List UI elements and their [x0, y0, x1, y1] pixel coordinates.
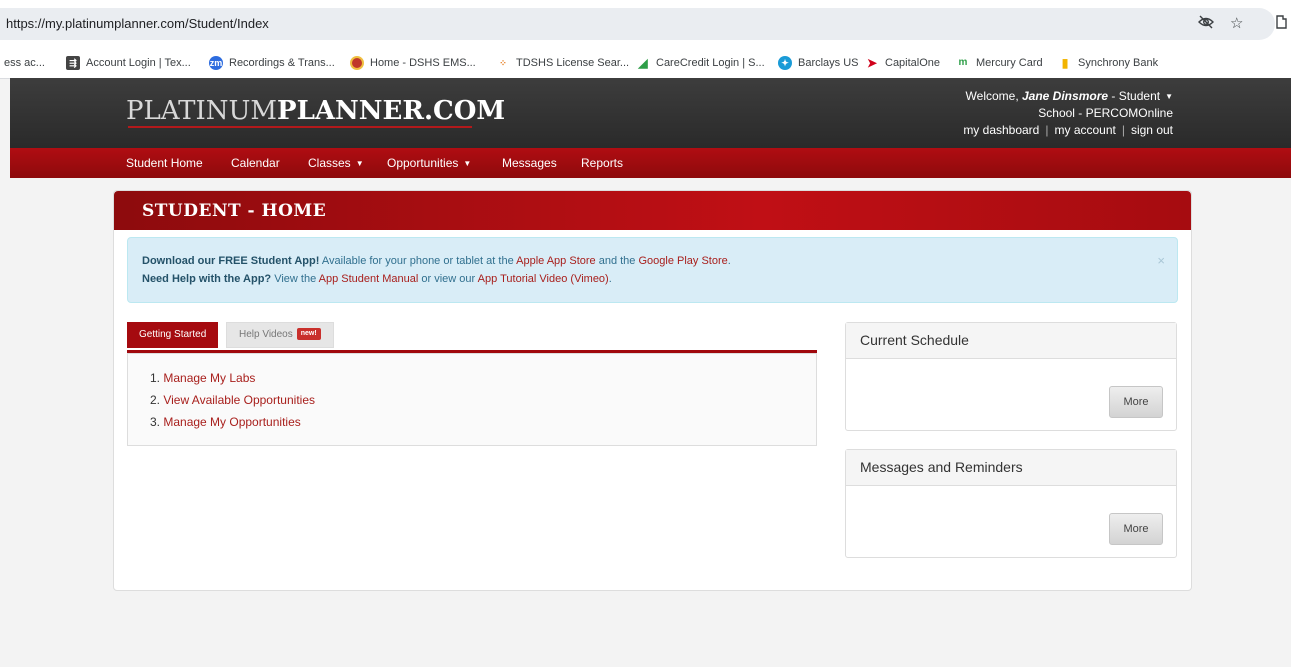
bookmark-item[interactable]: ⇶ Account Login | Tex...	[66, 55, 191, 71]
list-item: 1. Manage My Labs	[150, 371, 256, 385]
user-links: my dashboard | my account | sign out	[963, 122, 1173, 139]
extensions-icon[interactable]	[1274, 14, 1288, 34]
manage-my-opportunities-link[interactable]: Manage My Opportunities	[163, 415, 300, 429]
bookmark-item[interactable]: Home - DSHS EMS...	[350, 55, 476, 71]
app-tutorial-video-link[interactable]: App Tutorial Video (Vimeo)	[478, 273, 609, 285]
welcome-line[interactable]: Welcome, Jane Dinsmore - Student ▼	[963, 88, 1173, 105]
bookmark-item[interactable]: ➤ CapitalOne	[865, 55, 940, 71]
page-title: STUDENT - HOME	[142, 201, 327, 221]
schedule-more-button[interactable]: More	[1109, 386, 1163, 418]
list-item: 2. View Available Opportunities	[150, 393, 315, 407]
alert-line-1: Download our FREE Student App! Available…	[142, 255, 731, 267]
separator: |	[1121, 123, 1125, 138]
bookmark-item[interactable]: zm Recordings & Trans...	[209, 55, 335, 71]
url-field[interactable]: https://my.platinumplanner.com/Student/I…	[0, 8, 1275, 40]
browser-address-bar: https://my.platinumplanner.com/Student/I…	[0, 0, 1291, 48]
current-schedule-box: Current Schedule More	[845, 322, 1177, 431]
bookmark-item[interactable]: ⁘ TDSHS License Sear...	[496, 55, 629, 71]
user-name: Jane Dinsmore	[1022, 89, 1109, 103]
site-logo[interactable]: PLATINUMPLANNER.COM	[126, 96, 505, 126]
new-badge: new!	[296, 328, 321, 341]
hide-eye-icon[interactable]	[1198, 14, 1214, 34]
list-item: 3. Manage My Opportunities	[150, 415, 301, 429]
close-icon[interactable]: ×	[1157, 252, 1165, 270]
panel-header: STUDENT - HOME	[114, 191, 1191, 230]
bookmark-item[interactable]: m Mercury Card	[956, 55, 1043, 71]
bookmark-item[interactable]: ✦ Barclays US	[778, 55, 859, 71]
nav-classes[interactable]: Classes ▼	[308, 156, 364, 170]
current-schedule-title: Current Schedule	[846, 323, 1176, 359]
mercury-icon: m	[958, 57, 968, 68]
barclays-eagle-icon: ✦	[778, 56, 792, 70]
nav-messages[interactable]: Messages	[502, 156, 557, 170]
getting-started-tabs: Getting Started Help Videos new!	[127, 322, 817, 353]
app-student-manual-link[interactable]: App Student Manual	[319, 273, 419, 285]
star-icon[interactable]: ☆	[1230, 14, 1243, 32]
nav-student-home[interactable]: Student Home	[126, 156, 203, 170]
tab-help-videos[interactable]: Help Videos new!	[226, 322, 334, 348]
messages-reminders-title: Messages and Reminders	[846, 450, 1176, 486]
dshs-seal-icon	[350, 56, 364, 70]
manage-my-labs-link[interactable]: Manage My Labs	[163, 371, 255, 385]
synchrony-icon: ▮	[1061, 56, 1069, 70]
apple-app-store-link[interactable]: Apple App Store	[516, 255, 596, 267]
messages-reminders-box: Messages and Reminders More	[845, 449, 1177, 558]
bookmarks-bar: ess ac... ⇶ Account Login | Tex... zm Re…	[0, 48, 1291, 79]
getting-started-content: 1. Manage My Labs 2. View Available Oppo…	[127, 353, 817, 446]
tdshs-dots-icon: ⁘	[499, 58, 507, 68]
user-box: Welcome, Jane Dinsmore - Student ▼ School…	[963, 88, 1173, 139]
bookmark-item[interactable]: ◢ CareCredit Login | S...	[636, 55, 764, 71]
getting-started-list: 1. Manage My Labs 2. View Available Oppo…	[150, 367, 315, 433]
capitalone-swoosh-icon: ➤	[866, 56, 878, 70]
chevron-down-icon: ▼	[463, 159, 472, 169]
messages-more-button[interactable]: More	[1109, 513, 1163, 545]
chevron-down-icon: ▼	[355, 159, 364, 169]
app-info-alert: Download our FREE Student App! Available…	[127, 237, 1178, 303]
view-available-opportunities-link[interactable]: View Available Opportunities	[163, 393, 315, 407]
alert-line-2: Need Help with the App? View the App Stu…	[142, 273, 612, 285]
my-account-link[interactable]: my account	[1054, 123, 1115, 137]
separator: |	[1045, 123, 1049, 138]
site-header: PLATINUMPLANNER.COM Welcome, Jane Dinsmo…	[10, 78, 1291, 148]
nav-opportunities[interactable]: Opportunities ▼	[387, 156, 471, 170]
bookmark-item[interactable]: ess ac...	[4, 55, 45, 71]
sign-out-link[interactable]: sign out	[1131, 123, 1173, 137]
student-home-panel: STUDENT - HOME Download our FREE Student…	[113, 190, 1192, 591]
alert-body: Download our FREE Student App! Available…	[142, 252, 731, 288]
tab-getting-started[interactable]: Getting Started	[127, 322, 219, 348]
google-play-store-link[interactable]: Google Play Store	[638, 255, 727, 267]
bookmark-item[interactable]: ▮ Synchrony Bank	[1058, 55, 1158, 71]
my-dashboard-link[interactable]: my dashboard	[963, 123, 1039, 137]
url-text: https://my.platinumplanner.com/Student/I…	[6, 16, 269, 31]
account-login-icon: ⇶	[66, 56, 80, 70]
logo-underline	[128, 126, 472, 128]
chevron-down-icon: ▼	[1165, 92, 1173, 102]
carecredit-icon: ◢	[638, 56, 648, 70]
school-name: School - PERCOMOnline	[1038, 106, 1173, 121]
zoom-icon: zm	[209, 56, 223, 70]
main-nav: Student Home Calendar Classes ▼ Opportuni…	[10, 148, 1291, 178]
nav-reports[interactable]: Reports	[581, 156, 623, 170]
nav-calendar[interactable]: Calendar	[231, 156, 280, 170]
